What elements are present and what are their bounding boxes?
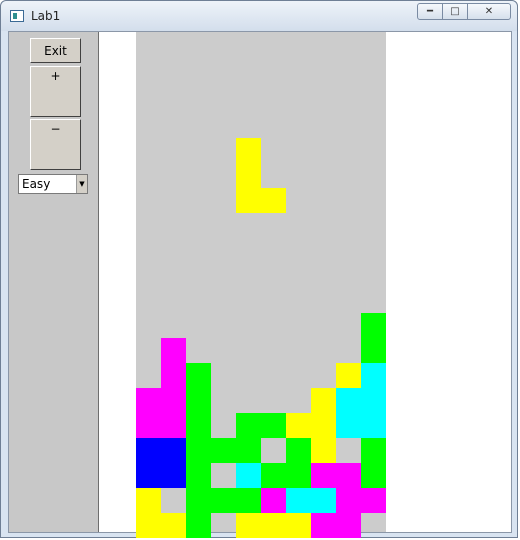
window-controls: ━ □ ✕ [417,3,511,22]
settled-block [161,388,186,413]
settled-block [161,438,186,463]
settled-block [336,513,361,538]
settled-block [361,438,386,463]
speed-up-button[interactable]: + [30,66,81,117]
minimize-icon[interactable]: ━ [417,3,443,20]
settled-block [186,413,211,438]
settled-block [136,388,161,413]
close-icon[interactable]: ✕ [467,3,511,20]
settled-block [136,438,161,463]
game-board[interactable] [136,32,386,538]
settled-block [161,513,186,538]
settled-block [236,413,261,438]
falling-piece-block [236,163,261,188]
speed-down-button[interactable]: − [30,119,81,170]
difficulty-select[interactable]: Easy ▼ [18,174,88,194]
settled-block [136,488,161,513]
settled-block [186,438,211,463]
window-title: Lab1 [31,9,61,23]
app-window: Lab1 ━ □ ✕ Exit + − Easy ▼ [0,0,518,538]
settled-block [361,463,386,488]
difficulty-value: Easy [22,177,51,191]
settled-block [311,438,336,463]
settled-block [161,413,186,438]
settled-block [286,438,311,463]
maximize-icon[interactable]: □ [442,3,468,20]
settled-block [161,363,186,388]
settled-block [311,413,336,438]
settled-block [161,338,186,363]
settled-block [211,488,236,513]
settled-block [336,463,361,488]
settled-block [311,388,336,413]
falling-piece-block [261,188,286,213]
settled-block [136,463,161,488]
settled-block [186,513,211,538]
settled-block [261,463,286,488]
settled-block [361,363,386,388]
settled-block [336,488,361,513]
client-area: Exit + − Easy ▼ [8,31,512,538]
settled-block [361,413,386,438]
settled-block [236,463,261,488]
settled-block [186,488,211,513]
exit-button[interactable]: Exit [30,38,81,63]
settled-block [236,513,261,538]
settled-block [186,363,211,388]
settled-block [261,488,286,513]
settled-block [236,488,261,513]
settled-block [361,488,386,513]
settled-block [186,388,211,413]
settled-block [136,513,161,538]
settled-block [286,488,311,513]
settled-block [286,463,311,488]
settled-block [261,413,286,438]
settled-block [286,513,311,538]
settled-block [186,463,211,488]
title-bar[interactable]: Lab1 ━ □ ✕ [1,1,517,31]
falling-piece-block [236,188,261,213]
settled-block [336,388,361,413]
settled-block [286,413,311,438]
settled-block [361,338,386,363]
falling-piece-block [236,138,261,163]
settled-block [361,388,386,413]
settled-block [336,363,361,388]
control-panel: Exit + − Easy ▼ [9,32,99,532]
settled-block [261,513,286,538]
settled-block [161,463,186,488]
settled-block [236,438,261,463]
settled-block [311,513,336,538]
settled-block [136,413,161,438]
settled-block [336,413,361,438]
settled-block [311,463,336,488]
chevron-down-icon[interactable]: ▼ [76,175,87,193]
settled-block [211,438,236,463]
settled-block [361,313,386,338]
settled-block [311,488,336,513]
app-icon [10,10,24,22]
